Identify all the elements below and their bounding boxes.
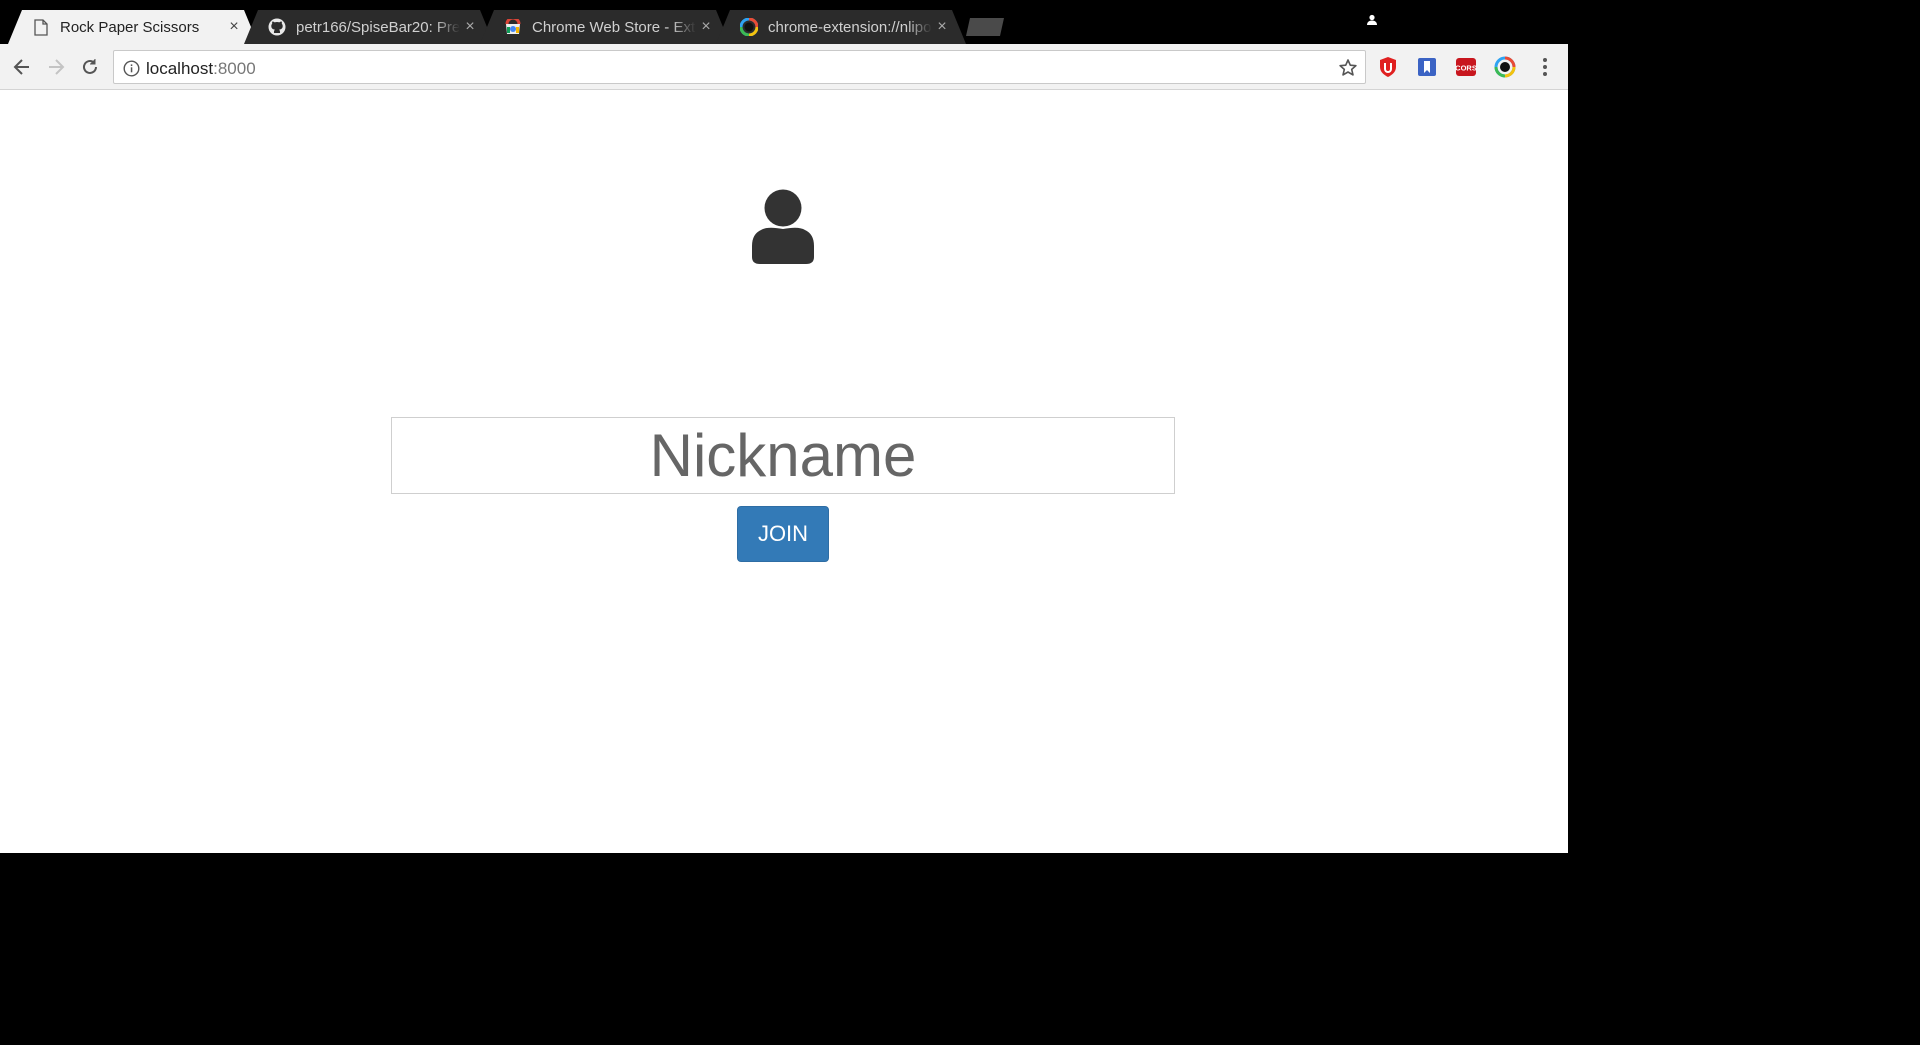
profile-icon[interactable]: [1362, 10, 1382, 30]
new-tab-button[interactable]: [966, 18, 1004, 36]
color-picker-extension-icon[interactable]: [1493, 55, 1517, 79]
reload-icon: [83, 59, 97, 74]
close-icon[interactable]: ×: [226, 19, 242, 35]
browser-window: Rock Paper Scissors × petr166/SpiseBar20…: [0, 0, 1568, 853]
tab-title: petr166/SpiseBar20: Pres: [296, 18, 460, 36]
arrow-left-icon: [13, 59, 29, 75]
tab-rock-paper-scissors[interactable]: Rock Paper Scissors ×: [8, 10, 258, 44]
menu-kebab-icon[interactable]: [1533, 55, 1557, 79]
url-text[interactable]: localhost:8000: [146, 59, 256, 79]
tab-title: chrome-extension://nlipo: [768, 18, 932, 36]
tab-github[interactable]: petr166/SpiseBar20: Pres ×: [244, 10, 494, 44]
cors-label: CORS: [1455, 64, 1477, 73]
close-icon[interactable]: ×: [934, 19, 950, 35]
info-icon[interactable]: [122, 59, 140, 77]
github-icon: [268, 18, 286, 36]
back-button[interactable]: [8, 53, 36, 81]
forward-button[interactable]: [42, 53, 70, 81]
tab-strip: Rock Paper Scissors × petr166/SpiseBar20…: [0, 0, 1568, 44]
document-icon: [32, 18, 50, 36]
close-icon[interactable]: ×: [462, 19, 478, 35]
tab-chrome-extension[interactable]: chrome-extension://nlipo ×: [716, 10, 966, 44]
color-wheel-icon: [740, 18, 758, 36]
reload-button[interactable]: [76, 53, 104, 81]
tab-chrome-web-store[interactable]: Chrome Web Store - Exte ×: [480, 10, 730, 44]
page-content: JOIN: [0, 90, 1568, 853]
nickname-input[interactable]: [391, 417, 1175, 494]
bookmark-extension-icon[interactable]: [1415, 55, 1439, 79]
browser-toolbar: localhost:8000 CORS: [0, 44, 1568, 90]
user-icon: [749, 188, 817, 266]
shield-extension-icon[interactable]: [1376, 55, 1400, 79]
tab-title: Chrome Web Store - Exte: [532, 18, 696, 36]
arrow-right-icon: [49, 59, 65, 75]
close-icon[interactable]: ×: [698, 19, 714, 35]
join-button[interactable]: JOIN: [737, 506, 829, 562]
address-bar[interactable]: localhost:8000: [113, 50, 1366, 84]
url-host: localhost: [146, 59, 214, 78]
tab-title: Rock Paper Scissors: [60, 18, 200, 36]
cors-extension-icon[interactable]: CORS: [1454, 55, 1478, 79]
url-port: :8000: [213, 59, 256, 78]
chrome-web-store-icon: [504, 18, 522, 36]
bookmark-star-icon[interactable]: [1337, 57, 1359, 79]
